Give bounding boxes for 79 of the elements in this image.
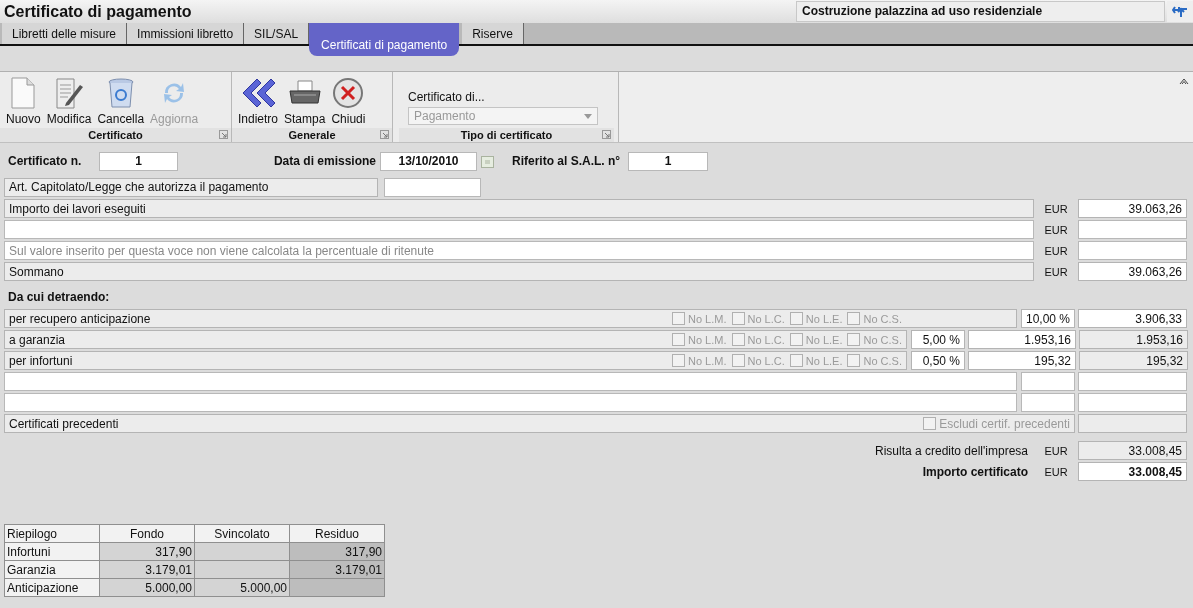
certificate-type-label: Certificato di... (408, 90, 486, 104)
deduction-description-field[interactable] (4, 393, 1017, 412)
percent-field[interactable] (1021, 393, 1075, 412)
total-value: 33.008,45 (1078, 441, 1187, 460)
column-header: Svincolato (194, 524, 290, 543)
page-pen-icon (54, 77, 85, 109)
percent-value: 5,00 % (911, 330, 965, 349)
group-title: Tipo di certificato (460, 129, 553, 141)
deduction-value: 1.953,16 (1079, 330, 1188, 349)
ribbon-button[interactable]: Cancella (94, 74, 148, 126)
currency-label: EUR (1043, 444, 1069, 457)
deduction-label: a garanzia (9, 332, 67, 347)
double-chevron-left-icon (241, 77, 275, 109)
dialog-launcher-icon[interactable] (219, 130, 228, 139)
certificate-number-field[interactable]: 1 (99, 151, 178, 171)
tab[interactable]: Immissioni libretto (127, 23, 245, 44)
ribbon-button[interactable]: Stampa (281, 74, 329, 126)
close-icon (332, 77, 365, 109)
amount-description-field[interactable] (4, 220, 1034, 239)
authorization-field[interactable] (384, 177, 481, 197)
caret-icon (584, 113, 592, 119)
total-label: Risulta a credito dell'impresa (873, 443, 1029, 458)
total-value: 33.008,45 (1078, 462, 1187, 481)
ribbon-button[interactable]: Chiudi (328, 74, 369, 126)
currency-label: EUR (1043, 265, 1069, 278)
ribbon-button[interactable]: Nuovo (3, 74, 44, 126)
dialog-launcher-icon[interactable] (380, 130, 389, 139)
column-header: Fondo (99, 524, 195, 543)
deduction-value: 195,32 (1079, 351, 1188, 370)
tab[interactable]: Certificati di pagamento (309, 23, 460, 56)
amount-value-field[interactable] (1078, 241, 1187, 260)
blank-page-icon (10, 77, 37, 109)
issue-date-field[interactable]: 13/10/2010 (380, 151, 477, 171)
column-header: Riepilogo (4, 524, 100, 543)
amount-label: Sommano (4, 262, 1034, 281)
ribbon-button[interactable]: Modifica (43, 74, 95, 126)
amount-label: Importo dei lavori eseguiti (4, 199, 1034, 218)
deduction-label: per infortuni (9, 353, 74, 368)
ribbon-button[interactable]: Indietro (235, 74, 282, 126)
percent-value: 10,00 % (1021, 309, 1075, 328)
certificate-number-label: Certificato n. (7, 154, 83, 168)
tab[interactable]: Riserve (462, 23, 524, 44)
deduction-value-field[interactable] (1078, 372, 1187, 391)
deduction-label: per recupero anticipazione (9, 311, 152, 326)
deduction-value-field[interactable] (1078, 393, 1187, 412)
group-title: Certificato (88, 129, 143, 141)
tab[interactable]: Libretti delle misure (2, 23, 128, 44)
previous-certificates-label: Certificati precedenti (9, 416, 120, 431)
calendar-icon[interactable] (481, 154, 494, 168)
collapse-ribbon-icon[interactable] (1179, 77, 1189, 85)
amount-description-field[interactable]: Sul valore inserito per questa voce non viene calcolata la percentuale di ritenute (4, 241, 1034, 260)
total-label: Importo certificato (921, 464, 1029, 479)
currency-label: EUR (1043, 465, 1069, 478)
deduction-amount: 195,32 (968, 351, 1076, 370)
deduction-amount: 1.953,16 (968, 330, 1076, 349)
issue-date-label: Data di emissione (272, 154, 377, 168)
window-title: Certificato di pagamento (3, 2, 193, 21)
sal-reference-field[interactable]: 1 (628, 151, 708, 171)
dialog-launcher-icon[interactable] (602, 130, 611, 139)
amount-value: 39.063,26 (1078, 262, 1187, 281)
currency-label: EUR (1043, 223, 1069, 236)
swap-project-button[interactable] (1167, 1, 1193, 22)
deduction-value: 3.906,33 (1078, 309, 1187, 328)
column-header: Residuo (289, 524, 385, 543)
section-title: Da cui detraendo: (8, 290, 111, 305)
tab[interactable]: SIL/SAL (244, 23, 310, 44)
project-name: Costruzione palazzina ad uso residenziale (796, 1, 1165, 22)
currency-label: EUR (1043, 202, 1069, 215)
percent-value: 0,50 % (911, 351, 965, 370)
deduction-description-field[interactable] (4, 372, 1017, 391)
swap-arrows-icon (1172, 4, 1188, 19)
group-title: Generale (288, 129, 336, 141)
currency-label: EUR (1043, 244, 1069, 257)
amount-value-field[interactable] (1078, 220, 1187, 239)
sal-reference-label: Riferito al S.A.L. n° (511, 154, 622, 168)
amount-value: 39.063,26 (1078, 199, 1187, 218)
recycle-bin-icon (106, 77, 135, 109)
percent-field[interactable] (1021, 372, 1075, 391)
authorization-label: Art. Capitolato/Legge che autorizza il pagamento (4, 177, 378, 197)
